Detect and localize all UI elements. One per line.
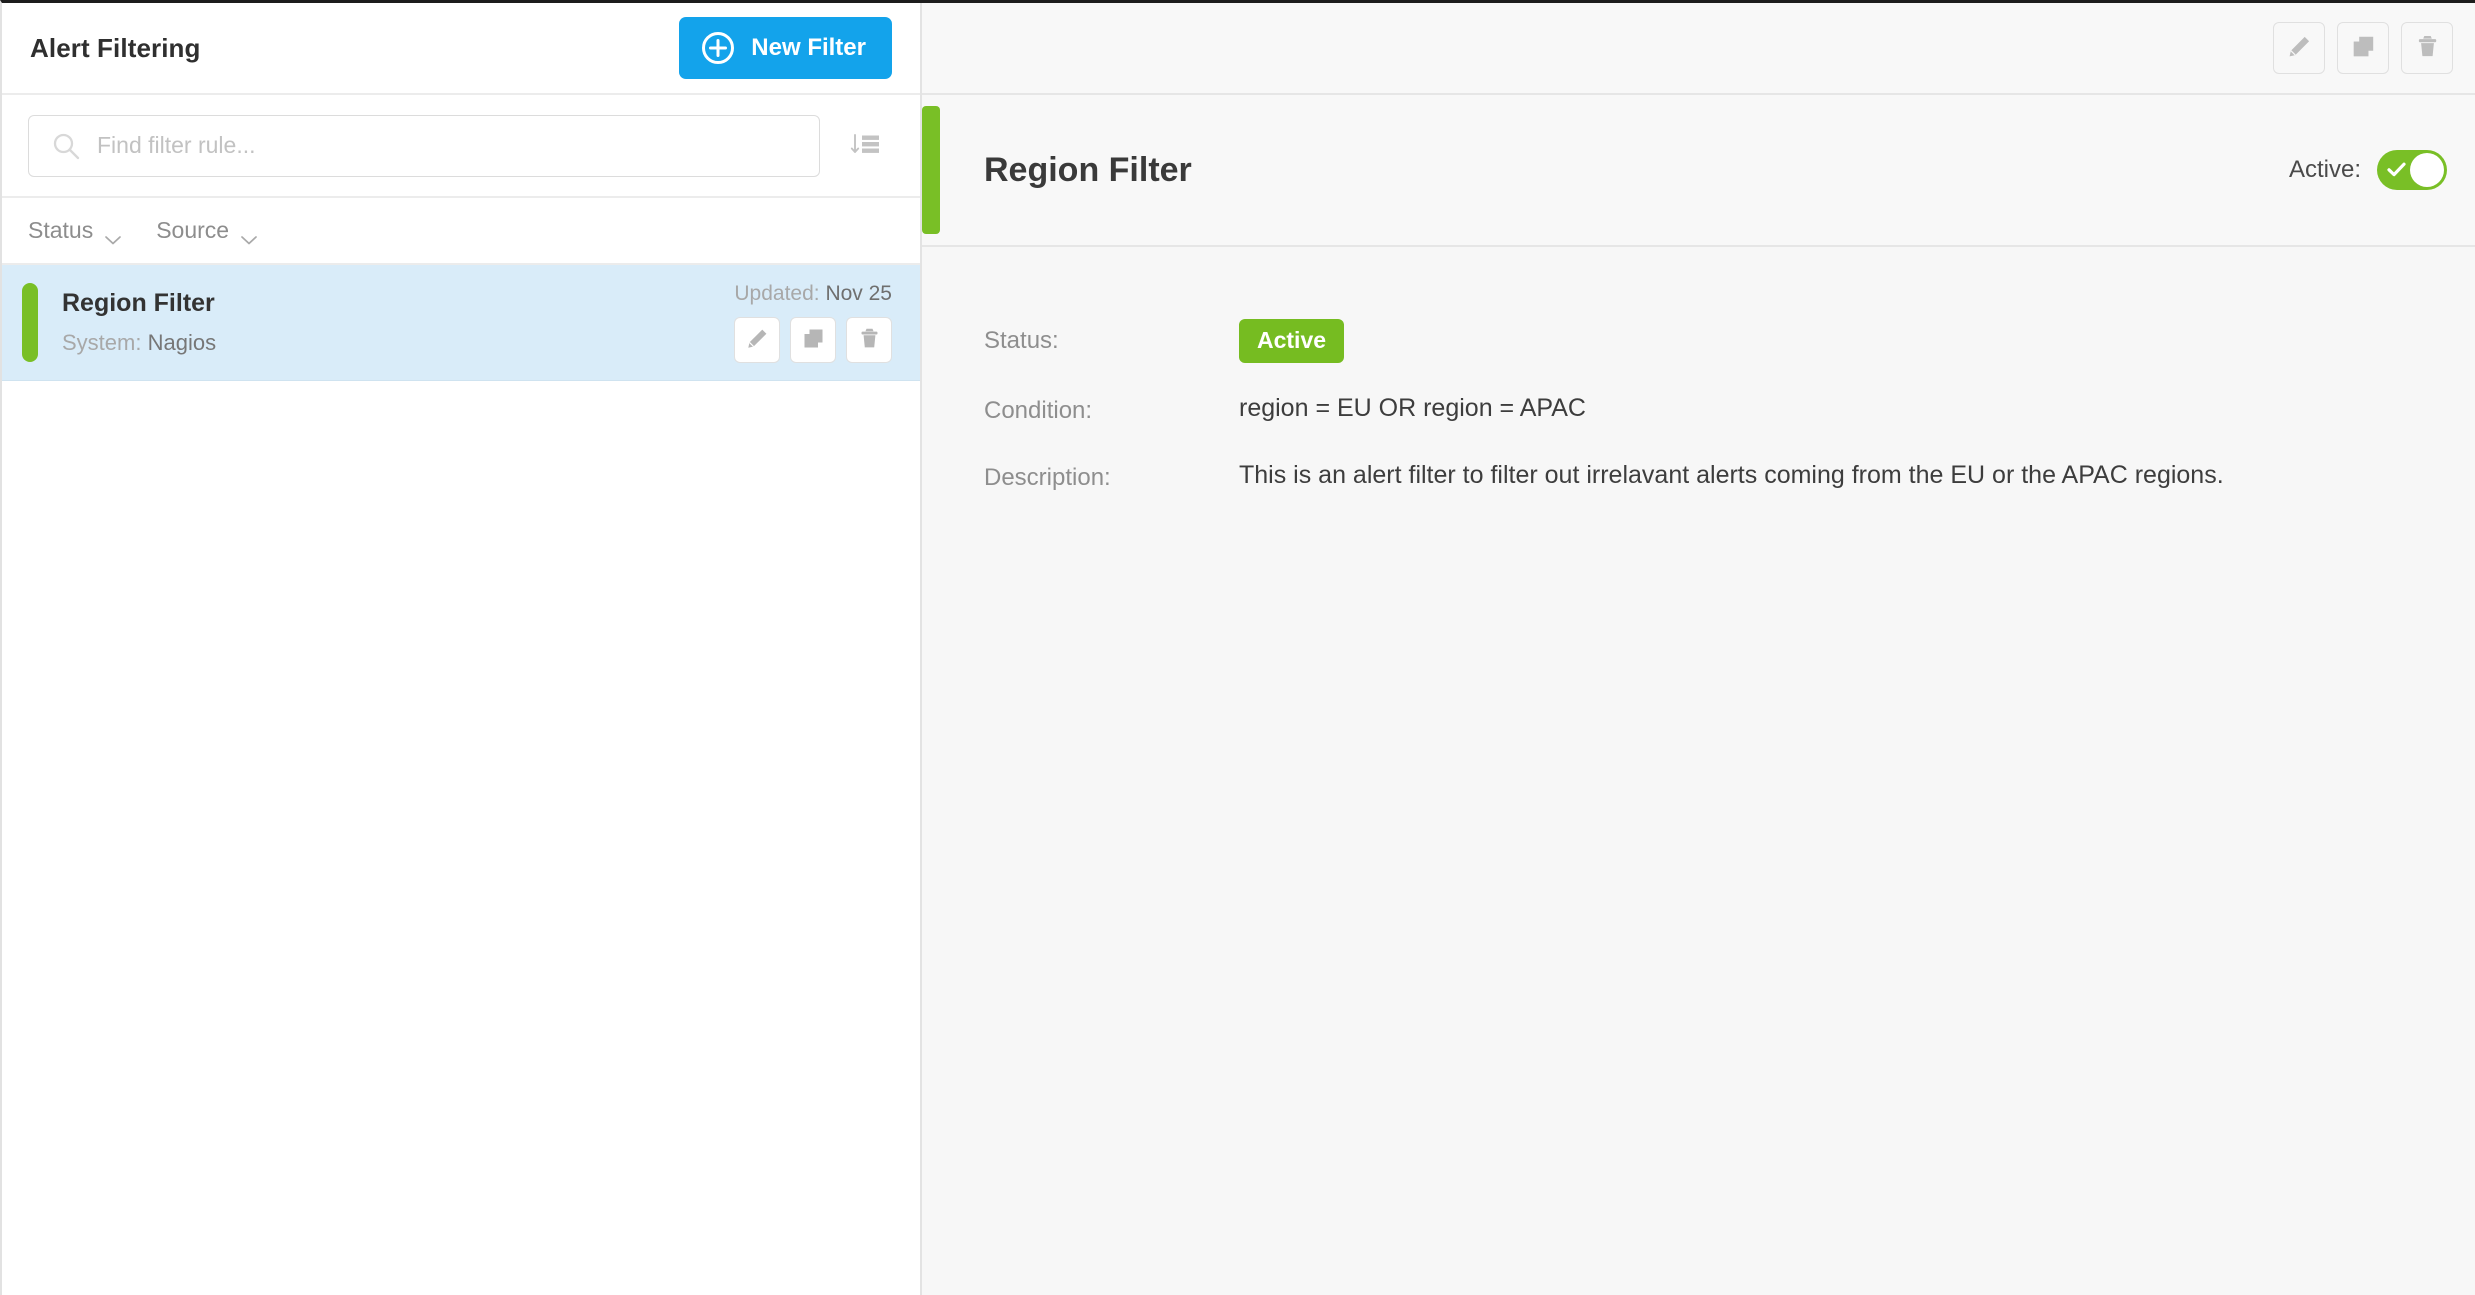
list-item-subtitle-value: Nagios xyxy=(148,330,216,355)
filter-rule-list: Region Filter System: Nagios Updated: No… xyxy=(2,265,920,1295)
status-badge: Active xyxy=(1239,319,1344,363)
plus-circle-icon xyxy=(701,31,735,65)
list-item-duplicate-button[interactable] xyxy=(790,317,836,363)
check-icon xyxy=(2387,161,2406,178)
detail-delete-button[interactable] xyxy=(2401,22,2453,74)
new-filter-button[interactable]: New Filter xyxy=(679,17,892,79)
copy-icon xyxy=(2350,33,2377,63)
facet-filter-bar: Status Source xyxy=(2,198,920,265)
alert-filtering-app: Alert Filtering New Filter xyxy=(0,0,2475,1295)
sort-button[interactable] xyxy=(834,115,896,177)
chevron-down-icon xyxy=(104,225,122,237)
detail-edit-button[interactable] xyxy=(2273,22,2325,74)
facet-status[interactable]: Status xyxy=(28,217,122,244)
list-item-edit-button[interactable] xyxy=(734,317,780,363)
detail-body: Status: Active Condition: region = EU OR… xyxy=(922,247,2475,1295)
filter-detail-panel: Region Filter Active: Status: Active xyxy=(922,3,2475,1295)
panel-header: Alert Filtering New Filter xyxy=(2,3,920,95)
search-input[interactable] xyxy=(97,116,819,176)
facet-source-label: Source xyxy=(156,217,229,244)
list-item-subtitle-label: System: xyxy=(62,330,141,355)
field-status-label: Status: xyxy=(984,319,1239,355)
list-item-subtitle: System: Nagios xyxy=(62,330,216,356)
field-description: Description: This is an alert filter to … xyxy=(922,459,2475,493)
copy-icon xyxy=(801,326,826,354)
field-condition-value: region = EU OR region = APAC xyxy=(1239,392,1586,426)
field-condition-label: Condition: xyxy=(984,392,1239,425)
list-item-meta: Updated: Nov 25 xyxy=(734,282,892,363)
detail-header: Region Filter Active: xyxy=(922,95,2475,247)
sort-descending-icon xyxy=(849,128,881,163)
list-item-updated: Updated: Nov 25 xyxy=(734,282,892,306)
list-item-title: Region Filter xyxy=(62,289,216,318)
trash-icon xyxy=(2414,33,2441,63)
list-item-actions xyxy=(734,317,892,363)
field-description-label: Description: xyxy=(984,459,1239,492)
facet-source[interactable]: Source xyxy=(156,217,258,244)
field-status: Status: Active xyxy=(922,319,2475,363)
field-description-value: This is an alert filter to filter out ir… xyxy=(1239,459,2224,493)
list-item-main: Region Filter System: Nagios xyxy=(62,289,216,356)
search-box[interactable] xyxy=(28,115,820,177)
field-condition: Condition: region = EU OR region = APAC xyxy=(922,392,2475,426)
facet-status-label: Status xyxy=(28,217,93,244)
filter-list-panel: Alert Filtering New Filter xyxy=(2,3,922,1295)
active-toggle[interactable] xyxy=(2377,150,2447,190)
list-item[interactable]: Region Filter System: Nagios Updated: No… xyxy=(2,265,920,381)
search-row xyxy=(2,95,920,198)
active-toggle-group: Active: xyxy=(2289,150,2447,190)
detail-title: Region Filter xyxy=(984,151,1192,190)
pencil-icon xyxy=(2286,33,2313,63)
pencil-icon xyxy=(745,326,770,354)
detail-duplicate-button[interactable] xyxy=(2337,22,2389,74)
page-title: Alert Filtering xyxy=(30,33,201,64)
list-item-accent-bar xyxy=(22,283,38,362)
search-icon xyxy=(51,131,81,161)
active-toggle-label: Active: xyxy=(2289,156,2361,184)
list-item-updated-value: Nov 25 xyxy=(825,282,892,305)
detail-accent-bar xyxy=(922,106,940,234)
new-filter-button-label: New Filter xyxy=(751,36,866,60)
list-item-updated-label: Updated: xyxy=(734,282,819,305)
detail-toolbar xyxy=(922,3,2475,95)
field-status-value: Active xyxy=(1239,319,1344,363)
trash-icon xyxy=(857,326,882,354)
toggle-knob xyxy=(2410,153,2444,187)
chevron-down-icon xyxy=(240,225,258,237)
list-item-delete-button[interactable] xyxy=(846,317,892,363)
